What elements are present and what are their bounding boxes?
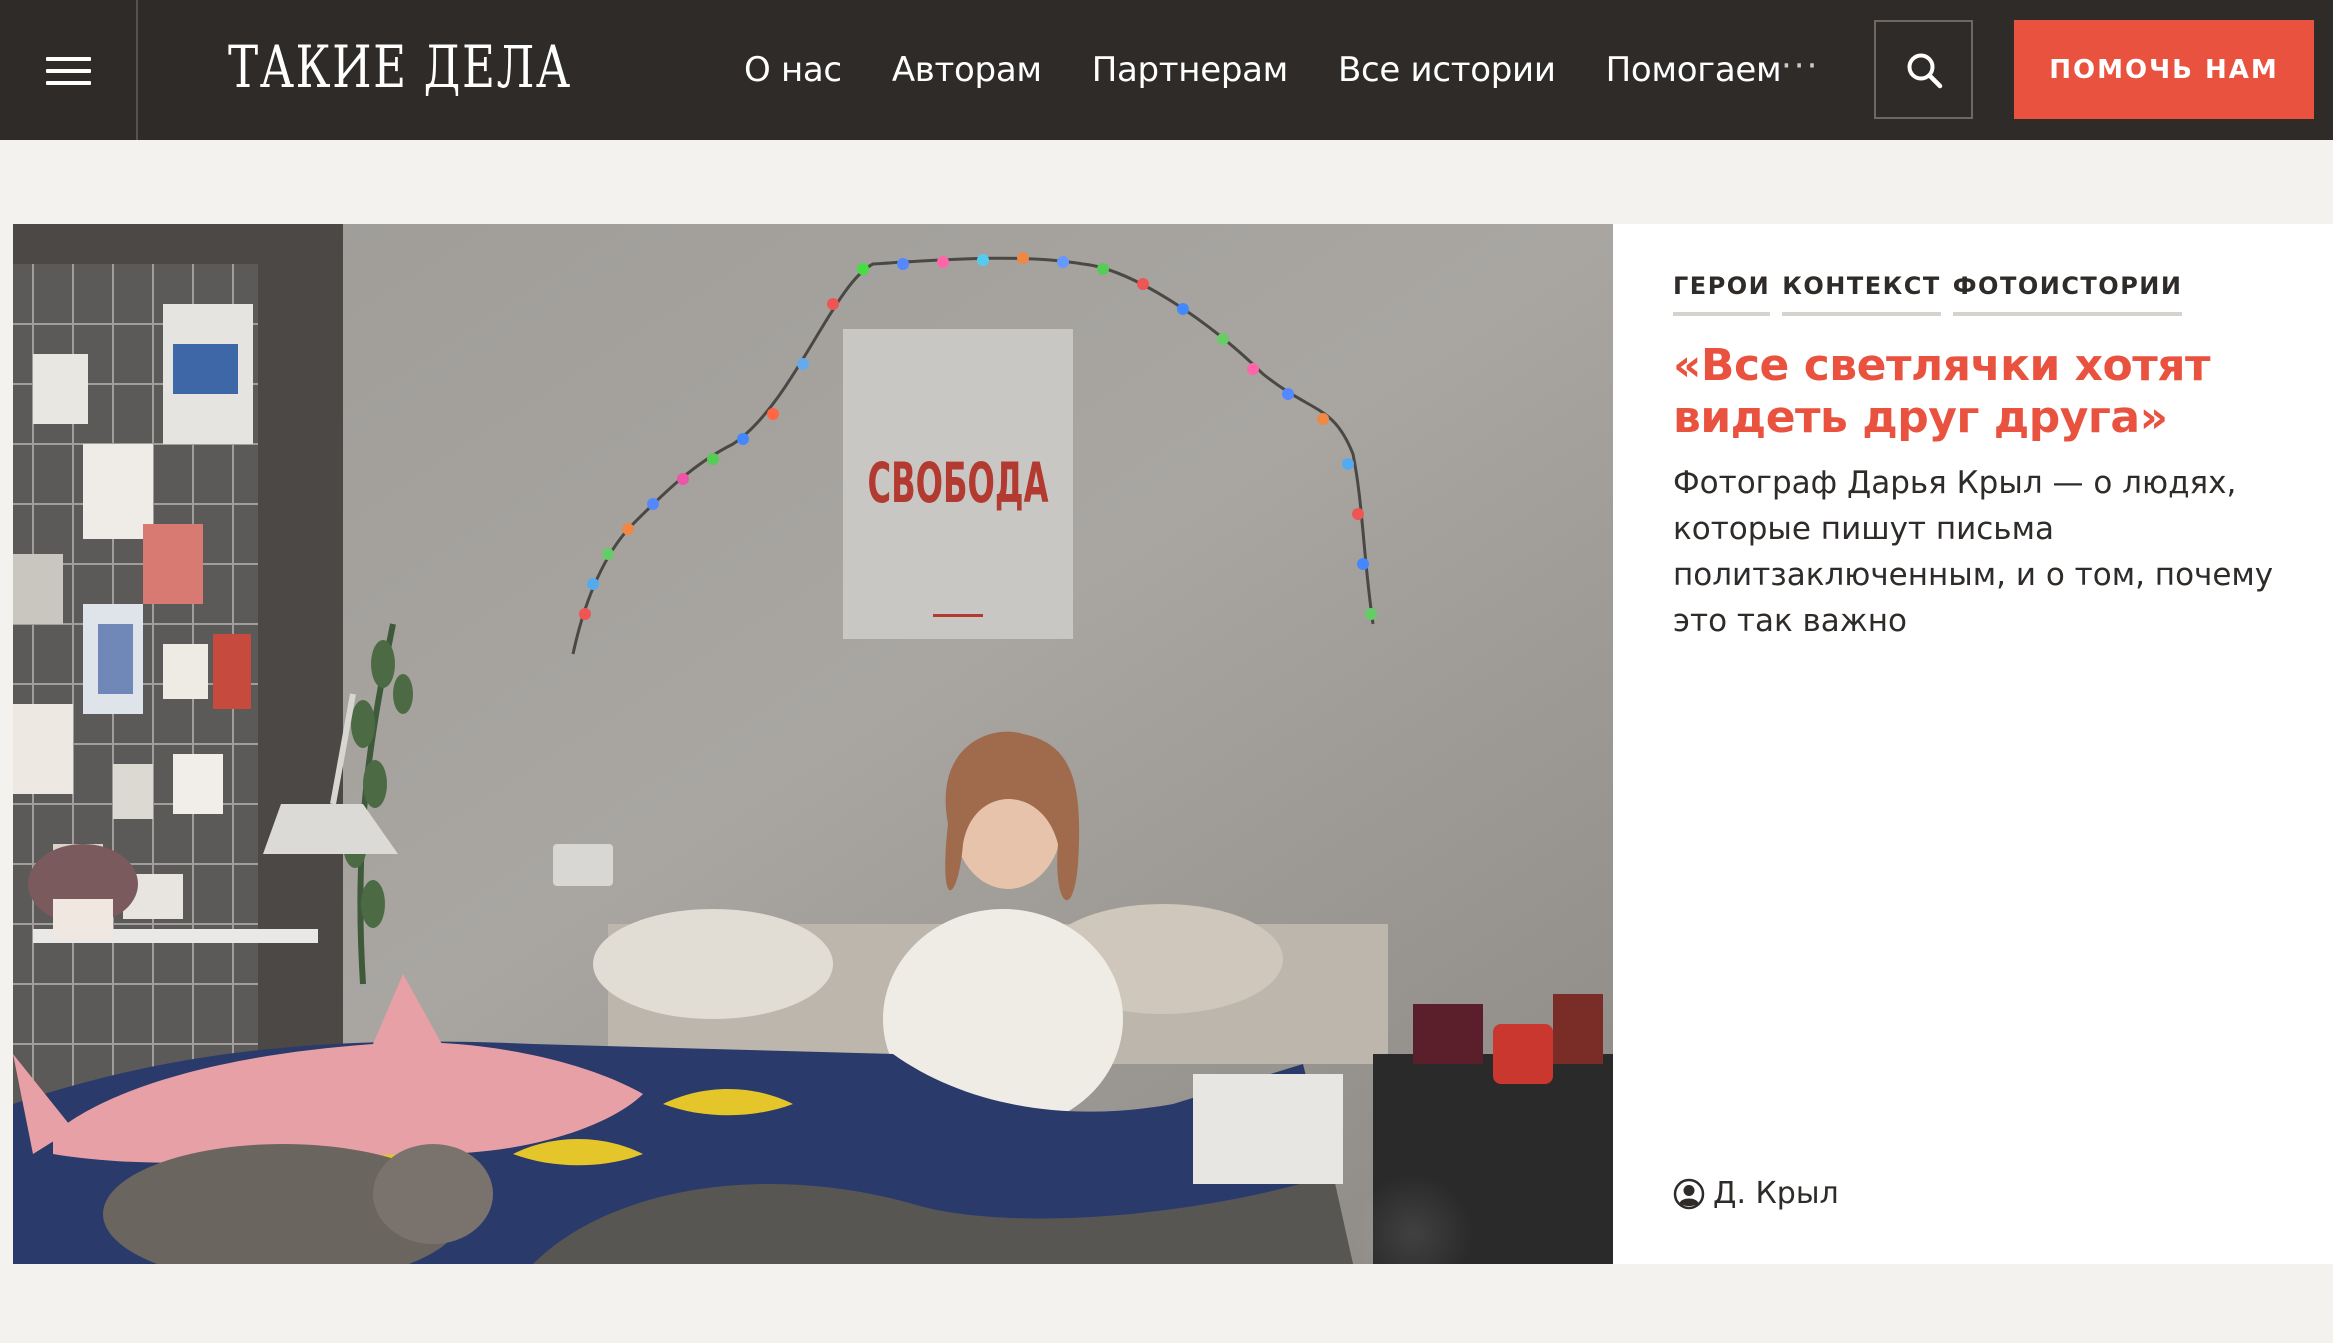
nav-item-about[interactable]: О нас bbox=[744, 44, 842, 96]
nav-item-help-projects[interactable]: Помогаем bbox=[1606, 44, 1782, 96]
menu-icon-bar bbox=[46, 69, 91, 73]
tag-context[interactable]: КОНТЕКСТ bbox=[1782, 272, 1941, 316]
nav-item-partners[interactable]: Партнерам bbox=[1092, 44, 1289, 96]
site-header: ТАКИЕ ДЕЛА О нас Авторам Партнерам Все и… bbox=[0, 0, 2333, 140]
search-button[interactable] bbox=[1874, 20, 1973, 119]
article-photo-image: СВОБОДА bbox=[13, 224, 1613, 1264]
tag-photo-stories[interactable]: ФОТОИСТОРИИ bbox=[1952, 272, 2183, 316]
article-info: ГЕРОИ КОНТЕКСТ ФОТОИСТОРИИ «Все светлячк… bbox=[1673, 224, 2293, 1264]
user-icon bbox=[1673, 1178, 1705, 1209]
featured-article-card: СВОБОДА ГЕРОИ КОНТЕКСТ ФОТОИСТОРИИ «Все … bbox=[13, 224, 2333, 1264]
tag-heroes[interactable]: ГЕРОИ bbox=[1673, 272, 1771, 316]
donate-button[interactable]: ПОМОЧЬ НАМ bbox=[2014, 20, 2314, 119]
nav-item-all-stories[interactable]: Все истории bbox=[1338, 44, 1556, 96]
search-icon bbox=[1907, 53, 1943, 89]
nav-item-authors[interactable]: Авторам bbox=[892, 44, 1042, 96]
more-menu-icon[interactable]: ··· bbox=[1781, 46, 1817, 90]
article-photo[interactable]: СВОБОДА bbox=[13, 224, 1613, 1264]
menu-icon-bar bbox=[46, 81, 91, 85]
author-name: Д. Крыл bbox=[1713, 1176, 1839, 1211]
article-author[interactable]: Д. Крыл bbox=[1673, 1176, 1839, 1211]
site-logo[interactable]: ТАКИЕ ДЕЛА bbox=[228, 32, 572, 102]
article-tags: ГЕРОИ КОНТЕКСТ ФОТОИСТОРИИ bbox=[1673, 272, 2194, 316]
poster-text: СВОБОДА bbox=[867, 451, 1048, 516]
article-lead: Фотограф Дарья Крыл — о людях, которые п… bbox=[1673, 465, 2274, 639]
article-title[interactable]: «Все светлячки хотят видеть друг друга» bbox=[1673, 340, 2273, 444]
main-nav: О нас Авторам Партнерам Все истории Помо… bbox=[744, 44, 1831, 96]
menu-button[interactable] bbox=[0, 0, 138, 140]
menu-icon-bar bbox=[46, 57, 91, 61]
